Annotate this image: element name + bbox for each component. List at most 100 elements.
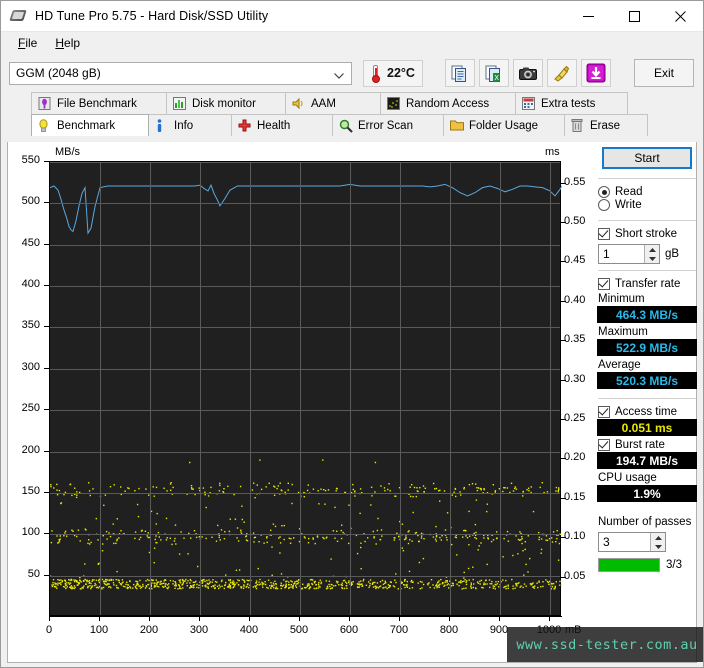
passes-row: 3 (598, 532, 698, 552)
tab-error-scan[interactable]: Error Scan (332, 114, 444, 136)
health-cross-icon (238, 119, 252, 133)
passes-stepper-down-icon[interactable] (651, 542, 665, 551)
checkbox-transfer-rate-indicator (598, 278, 610, 290)
stepper-up-icon[interactable] (645, 245, 659, 254)
app-icon (9, 7, 28, 25)
gridline-horizontal (50, 327, 560, 329)
y-axis-tick-label-left: 550 (21, 154, 40, 166)
start-button-label: Start (634, 151, 660, 165)
maximize-button[interactable] (611, 1, 657, 32)
y-axis-tick-left (44, 574, 49, 576)
y-axis-tick-label-left: 50 (27, 567, 40, 580)
temperature-indicator: 22°C (363, 59, 423, 87)
checkbox-burst-rate[interactable]: Burst rate (598, 439, 698, 451)
copy-to-excel-button[interactable]: X (478, 59, 509, 87)
tab-extra-tests[interactable]: Extra tests (515, 92, 628, 114)
tab-file-benchmark-label: File Benchmark (57, 97, 137, 110)
radio-write-indicator (598, 199, 610, 211)
checkbox-access-time[interactable]: Access time (598, 406, 698, 418)
short-stroke-input[interactable]: 1 (598, 244, 660, 264)
gridline-vertical (450, 162, 451, 615)
cpu-usage-value: 1.9% (597, 485, 697, 502)
radio-read[interactable]: Read (598, 186, 698, 198)
tab-extra-tests-label: Extra tests (541, 97, 596, 110)
y-axis-tick-left (44, 285, 49, 287)
y-axis-unit-left: MB/s (55, 146, 81, 158)
drive-select[interactable]: GGM (2048 gB) (9, 61, 352, 85)
gridline-horizontal (50, 162, 560, 163)
tab-info[interactable]: Info (148, 114, 232, 136)
y-axis-tick-label-right: 0.25 (564, 412, 586, 425)
plot-area (49, 161, 562, 616)
svg-text:X: X (495, 74, 500, 82)
minimum-label: Minimum (598, 293, 645, 305)
x-axis-tick-label: 600 (339, 624, 359, 636)
tab-file-benchmark[interactable]: File Benchmark (31, 92, 167, 114)
y-axis-tick-right (561, 537, 566, 539)
magnifier-icon (339, 119, 353, 133)
passes-input[interactable]: 3 (598, 532, 666, 552)
stepper-down-icon[interactable] (645, 254, 659, 263)
short-stroke-stepper[interactable] (644, 245, 659, 263)
start-button[interactable]: Start (602, 147, 692, 169)
y-axis-tick-left (44, 326, 49, 328)
access-time-value: 0.051 ms (597, 419, 697, 436)
exit-button[interactable]: Exit (634, 59, 694, 87)
gridline-horizontal (50, 575, 560, 577)
menu-file[interactable]: File (9, 34, 46, 52)
download-icon[interactable] (580, 59, 611, 87)
gridline-vertical (250, 162, 251, 615)
y-axis-tick-right (561, 300, 566, 302)
passes-label: Number of passes (598, 516, 692, 528)
gridline-vertical (500, 162, 501, 615)
tab-health[interactable]: Health (231, 114, 333, 136)
copy-button[interactable] (444, 59, 475, 87)
close-button[interactable] (657, 1, 703, 32)
divider-1 (598, 178, 696, 179)
checkbox-short-stroke-label: Short stroke (615, 228, 677, 240)
checkbox-transfer-rate[interactable]: Transfer rate (598, 278, 698, 290)
benchmark-panel: MB/s ms 50 100 150 200 250 300 350 400 450 500 550… (7, 142, 703, 663)
passes-stepper-up-icon[interactable] (651, 533, 665, 542)
tab-random-access[interactable]: Random Access (380, 92, 516, 114)
tab-disk-monitor[interactable]: Disk monitor (166, 92, 286, 114)
exit-button-label: Exit (653, 66, 674, 80)
y-axis-tick-label-right: 0.20 (564, 451, 586, 464)
y-axis-tick-label-left: 350 (21, 319, 40, 332)
y-axis-tick-left (44, 533, 49, 535)
tab-random-access-label: Random Access (406, 97, 490, 110)
camera-icon[interactable] (512, 59, 543, 87)
tab-erase[interactable]: Erase (564, 114, 648, 136)
x-axis-tick-label: 300 (189, 624, 209, 636)
tab-benchmark[interactable]: Benchmark (31, 114, 149, 136)
short-stroke-value: 1 (603, 247, 610, 261)
cpu-usage-label: CPU usage (598, 472, 657, 484)
y-axis-tick-label-left: 450 (21, 236, 40, 249)
checkbox-short-stroke[interactable]: Short stroke (598, 228, 698, 240)
toolbar-buttons: X (444, 59, 611, 87)
tab-error-scan-label: Error Scan (358, 119, 413, 132)
radio-write[interactable]: Write (598, 199, 698, 211)
temperature-value: 22°C (387, 66, 415, 80)
speaker-icon (292, 97, 306, 111)
x-axis-tick-label: 400 (239, 624, 259, 636)
y-axis-tick-left (44, 450, 49, 452)
tab-folder-usage[interactable]: Folder Usage (443, 114, 565, 136)
passes-stepper[interactable] (650, 533, 665, 551)
menu-bar: File Help (1, 32, 703, 54)
tab-health-label: Health (257, 119, 291, 132)
x-axis-tick-label: 200 (139, 624, 159, 636)
average-value: 520.3 MB/s (597, 372, 697, 389)
tab-aam[interactable]: AAM (285, 92, 381, 114)
y-axis-tick-label-left: 150 (21, 484, 40, 497)
minimize-button[interactable] (565, 1, 611, 32)
average-label: Average (598, 359, 641, 371)
y-axis-tick-label-right: 0.50 (564, 215, 586, 228)
trash-icon (571, 118, 585, 133)
title-bar: HD Tune Pro 5.75 - Hard Disk/SSD Utility (1, 1, 703, 32)
checkbox-transfer-rate-label: Transfer rate (615, 278, 681, 290)
y-axis-tick-label-right: 0.40 (564, 293, 586, 306)
y-axis-tick-right (561, 182, 566, 184)
broom-icon[interactable] (546, 59, 577, 87)
menu-help[interactable]: Help (46, 34, 89, 52)
